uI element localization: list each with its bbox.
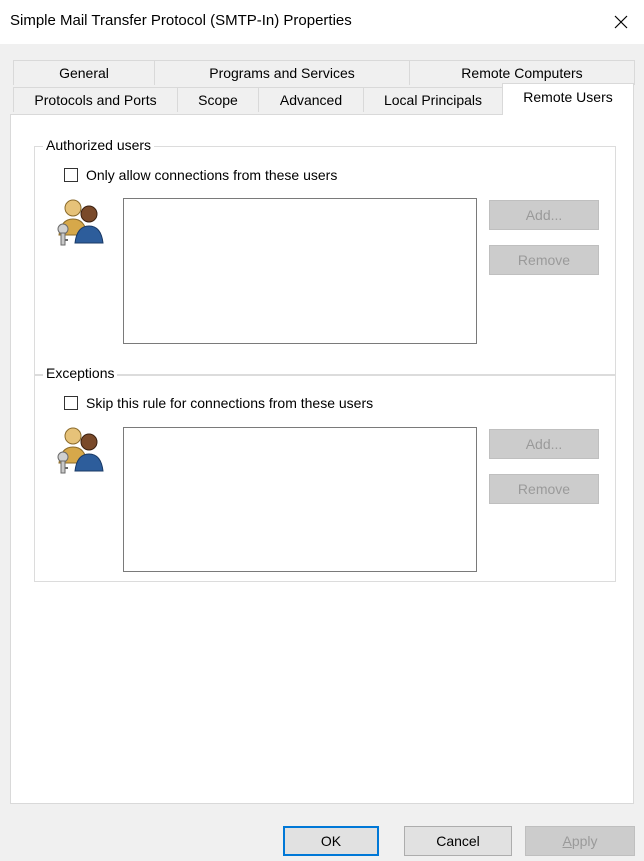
button-label: Remove [517, 252, 571, 268]
tab-general[interactable]: General [13, 60, 155, 85]
only-allow-checkbox-row[interactable]: Only allow connections from these users [64, 167, 337, 183]
skip-rule-checkbox[interactable] [64, 396, 78, 410]
group-legend: Authorized users [43, 137, 155, 153]
tab-protocols-and-ports[interactable]: Protocols and Ports [13, 87, 178, 112]
apply-button[interactable]: Apply [525, 826, 635, 856]
cancel-button[interactable]: Cancel [404, 826, 512, 856]
exceptions-list[interactable] [123, 427, 477, 572]
tab-advanced[interactable]: Advanced [258, 87, 364, 112]
button-label: Add... [525, 436, 563, 452]
button-label: Add... [525, 207, 563, 223]
apply-label-rest: pply [571, 833, 598, 849]
authorized-remove-button[interactable]: Remove [489, 245, 599, 275]
tab-programs-and-services[interactable]: Programs and Services [154, 60, 410, 85]
tab-label: Local Principals [383, 92, 483, 108]
button-label: OK [320, 833, 342, 849]
tab-local-principals[interactable]: Local Principals [363, 87, 503, 112]
button-label: Cancel [436, 833, 480, 849]
title-bar: Simple Mail Transfer Protocol (SMTP-In) … [0, 0, 644, 44]
exceptions-remove-button[interactable]: Remove [489, 474, 599, 504]
button-label: Apply [562, 833, 597, 849]
close-icon [614, 15, 628, 29]
apply-accelerator: A [562, 833, 572, 849]
skip-rule-checkbox-row[interactable]: Skip this rule for connections from thes… [64, 395, 373, 411]
tab-remote-computers[interactable]: Remote Computers [409, 60, 635, 85]
authorized-users-group: Authorized users Only allow connections … [34, 137, 616, 376]
tab-label: Scope [198, 92, 238, 108]
checkbox-label: Skip this rule for connections from thes… [86, 395, 374, 411]
ok-button[interactable]: OK [283, 826, 379, 856]
tab-label: Programs and Services [209, 65, 355, 81]
tab-remote-users[interactable]: Remote Users [502, 83, 634, 115]
tab-panel-remote-users: Authorized users Only allow connections … [10, 114, 634, 804]
tab-label: General [59, 65, 109, 81]
exceptions-group: Exceptions Skip this rule for connection… [34, 365, 616, 582]
button-label: Remove [517, 481, 571, 497]
authorized-add-button[interactable]: Add... [489, 200, 599, 230]
only-allow-checkbox[interactable] [64, 168, 78, 182]
users-key-icon [57, 427, 104, 474]
tab-label: Advanced [279, 92, 343, 108]
checkbox-label: Only allow connections from these users [86, 167, 338, 183]
tab-label: Remote Users [523, 88, 613, 105]
tab-label: Protocols and Ports [34, 92, 157, 108]
tab-scope[interactable]: Scope [177, 87, 259, 112]
group-legend: Exceptions [43, 365, 118, 381]
users-key-icon [57, 199, 104, 246]
tab-label: Remote Computers [461, 65, 583, 81]
window-title: Simple Mail Transfer Protocol (SMTP-In) … [10, 12, 352, 29]
authorized-users-list[interactable] [123, 198, 477, 344]
exceptions-add-button[interactable]: Add... [489, 429, 599, 459]
close-button[interactable] [598, 0, 644, 44]
